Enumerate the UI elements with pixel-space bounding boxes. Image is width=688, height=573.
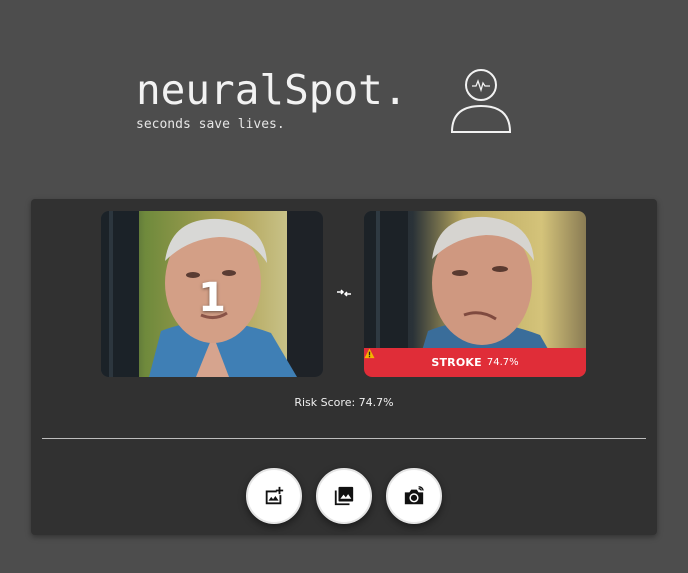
analyzed-photo[interactable]: STROKE 74.7% xyxy=(364,211,586,377)
add-photo-button[interactable] xyxy=(246,468,302,524)
status-score: 74.7% xyxy=(486,357,519,368)
frame-number: 1 xyxy=(198,275,226,321)
status-label: STROKE xyxy=(431,356,482,369)
photo-library-button[interactable] xyxy=(316,468,372,524)
user-brain-icon[interactable] xyxy=(448,66,514,136)
stroke-alert-bar: STROKE 74.7% xyxy=(364,348,586,377)
original-photo[interactable]: 1 xyxy=(101,211,323,377)
photo-library-icon xyxy=(334,486,354,506)
brand-tagline: seconds save lives. xyxy=(136,117,285,132)
swap-arrows-icon xyxy=(337,289,351,297)
risk-score: Risk Score: 74.7% xyxy=(294,396,394,409)
analysis-card: 1 STROKE 74.7% Risk Score: 74.7% xyxy=(31,199,657,535)
switch-camera-icon xyxy=(404,486,424,505)
add-photo-icon xyxy=(265,486,284,505)
brand-title: neuralSpot. xyxy=(136,66,408,114)
divider xyxy=(42,438,646,439)
switch-camera-button[interactable] xyxy=(386,468,442,524)
warning-icon xyxy=(364,348,375,359)
